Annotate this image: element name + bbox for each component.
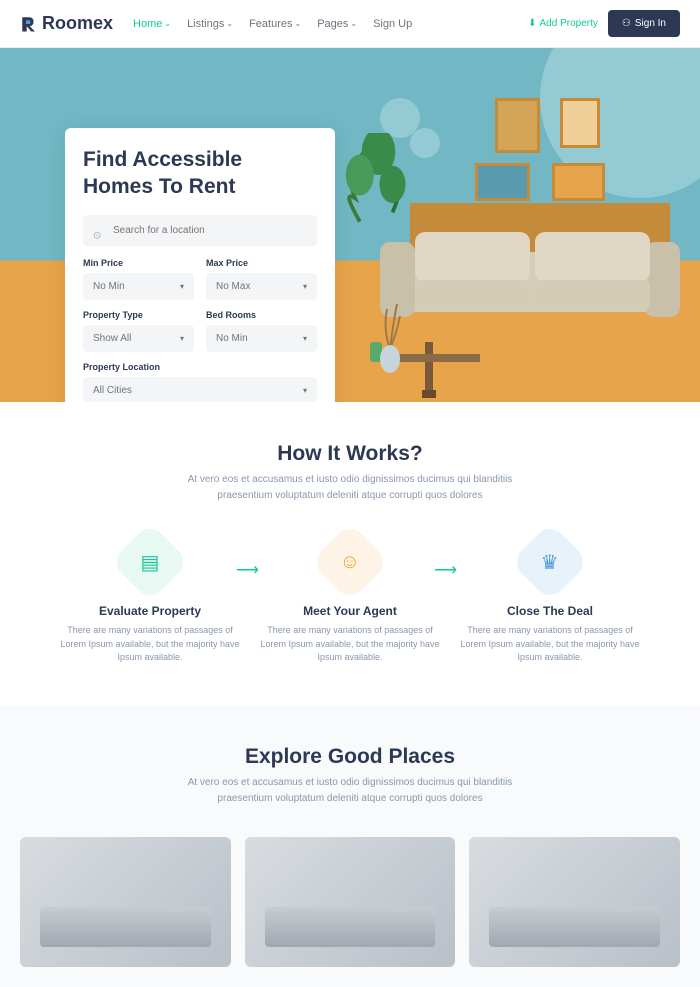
location-pin-icon: ⊙: [93, 231, 101, 242]
step-icon-wrap: ♛: [510, 522, 589, 601]
step-title: Evaluate Property: [60, 604, 240, 618]
step-icon-wrap: ☺: [310, 522, 389, 601]
brand-name: Roomex: [42, 13, 113, 34]
header-right: ⬇ Add Property ⚇ Sign In: [528, 10, 680, 37]
chevron-down-icon: ⌄: [164, 19, 171, 28]
user-icon: ⚇: [622, 18, 631, 29]
logo-icon: [20, 15, 38, 33]
explore-section: Explore Good Places At vero eos et accus…: [0, 705, 700, 987]
step-title: Meet Your Agent: [260, 604, 440, 618]
nav-item-home[interactable]: Home⌄: [133, 18, 171, 30]
property-location-select[interactable]: All Cities▾: [83, 377, 317, 402]
how-it-works-title: How It Works?: [50, 442, 650, 466]
how-it-works-section: How It Works? At vero eos et accusamus e…: [0, 402, 700, 705]
chevron-down-icon: ⌄: [226, 19, 233, 28]
step-desc: There are many variations of passages of…: [260, 624, 440, 665]
steps-row: ▤ Evaluate Property There are many varia…: [50, 534, 650, 665]
search-card: Find Accessible Homes To Rent ⊙ Min Pric…: [65, 128, 335, 402]
step-icon-wrap: ▤: [110, 522, 189, 601]
download-icon: ⬇: [528, 18, 536, 29]
step-desc: There are many variations of passages of…: [60, 624, 240, 665]
listing-card[interactable]: [245, 837, 456, 967]
shield-icon: ♛: [541, 550, 559, 575]
header-left: Roomex Home⌄ Listings⌄ Features⌄ Pages⌄ …: [20, 13, 412, 34]
arrow-right-icon: ⟶: [434, 560, 457, 580]
sign-in-button[interactable]: ⚇ Sign In: [608, 10, 680, 37]
explore-title: Explore Good Places: [20, 745, 680, 769]
property-location-label: Property Location: [83, 362, 317, 372]
chevron-down-icon: ▾: [180, 282, 184, 291]
property-type-select[interactable]: Show All▾: [83, 325, 194, 352]
arrow-right-icon: ⟶: [236, 560, 259, 580]
step-meet-agent: ☺ Meet Your Agent There are many variati…: [250, 534, 450, 665]
step-close-deal: ♛ Close The Deal There are many variatio…: [450, 534, 650, 665]
listing-image: [469, 837, 680, 967]
header: Roomex Home⌄ Listings⌄ Features⌄ Pages⌄ …: [0, 0, 700, 48]
property-type-label: Property Type: [83, 310, 194, 320]
listing-image: [245, 837, 456, 967]
chevron-down-icon: ▾: [180, 334, 184, 343]
max-price-select[interactable]: No Max▾: [206, 273, 317, 300]
listing-image: [20, 837, 231, 967]
add-property-link[interactable]: ⬇ Add Property: [528, 18, 598, 29]
search-input-wrap: ⊙: [83, 215, 317, 258]
main-nav: Home⌄ Listings⌄ Features⌄ Pages⌄ Sign Up: [133, 18, 412, 30]
chevron-down-icon: ▾: [303, 386, 307, 395]
chevron-down-icon: ⌄: [350, 19, 357, 28]
listings-row: [20, 837, 680, 967]
logo[interactable]: Roomex: [20, 13, 113, 34]
min-price-label: Min Price: [83, 258, 194, 268]
bedrooms-label: Bed Rooms: [206, 310, 317, 320]
user-icon: ☺: [340, 550, 360, 573]
step-evaluate: ▤ Evaluate Property There are many varia…: [50, 534, 250, 665]
listing-card[interactable]: [20, 837, 231, 967]
min-price-select[interactable]: No Min▾: [83, 273, 194, 300]
nav-item-listings[interactable]: Listings⌄: [187, 18, 233, 30]
document-icon: ▤: [141, 550, 160, 575]
chevron-down-icon: ▾: [303, 334, 307, 343]
bedrooms-select[interactable]: No Min▾: [206, 325, 317, 352]
explore-subtitle: At vero eos et accusamus et iusto odio d…: [160, 775, 540, 807]
search-title: Find Accessible Homes To Rent: [83, 146, 317, 201]
chevron-down-icon: ⌄: [294, 19, 301, 28]
location-search-input[interactable]: [83, 215, 317, 246]
hero-section: Find Accessible Homes To Rent ⊙ Min Pric…: [0, 48, 700, 402]
max-price-label: Max Price: [206, 258, 317, 268]
step-desc: There are many variations of passages of…: [460, 624, 640, 665]
how-it-works-subtitle: At vero eos et accusamus et iusto odio d…: [160, 472, 540, 504]
listing-card[interactable]: [469, 837, 680, 967]
nav-item-features[interactable]: Features⌄: [249, 18, 301, 30]
nav-item-pages[interactable]: Pages⌄: [317, 18, 357, 30]
nav-item-signup[interactable]: Sign Up: [373, 18, 412, 30]
chevron-down-icon: ▾: [303, 282, 307, 291]
step-title: Close The Deal: [460, 604, 640, 618]
